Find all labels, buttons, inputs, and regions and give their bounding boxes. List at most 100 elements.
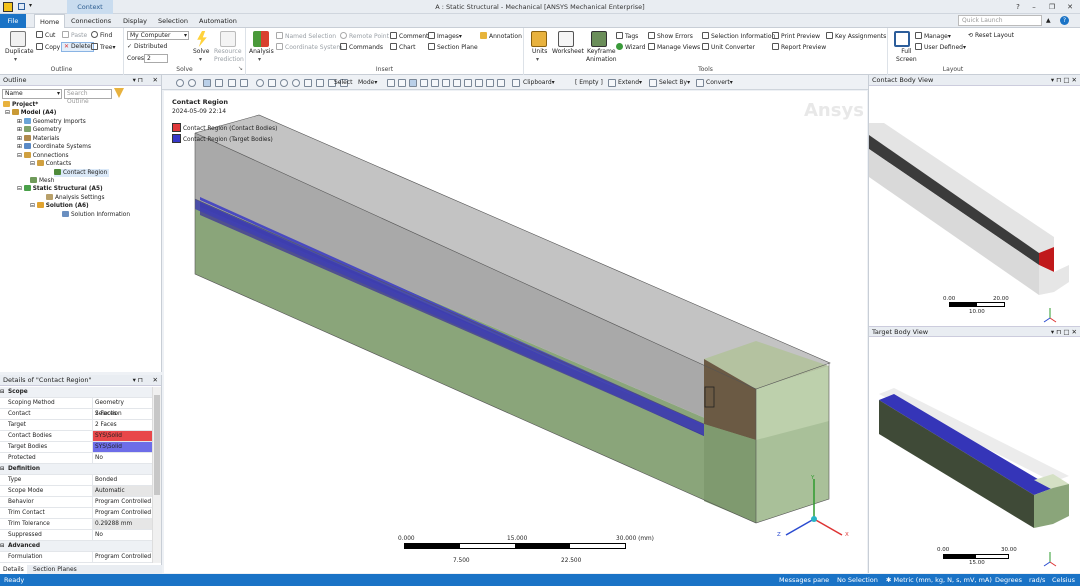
tab-details[interactable]: Details (0, 565, 27, 574)
select-element-icon[interactable] (442, 79, 450, 87)
zoom-to-fit-icon[interactable] (304, 79, 312, 87)
details-row[interactable]: Target Bodies SYS\Solid (0, 442, 152, 453)
tree-item-coordinate-systems[interactable]: ⊞ Coordinate Systems (17, 143, 91, 151)
zoom-icon[interactable] (176, 79, 184, 87)
expand-icon[interactable]: ⊞ (17, 144, 24, 150)
pan-icon[interactable] (268, 79, 276, 87)
tab-home[interactable]: Home (34, 14, 66, 29)
tab-section-planes[interactable]: Section Planes (30, 565, 80, 574)
model-3d-view[interactable] (164, 91, 867, 573)
chart-button[interactable]: Chart (390, 43, 416, 52)
rotate-icon[interactable] (256, 79, 264, 87)
details-pin-icon[interactable]: ▾ ⊓ (133, 375, 143, 386)
help-circle-icon[interactable]: ? (1060, 16, 1069, 25)
edges-icon[interactable] (228, 79, 236, 87)
details-value[interactable]: Program Controlled (92, 508, 152, 518)
reset-layout-button[interactable]: ⟲ Reset Layout (968, 32, 1014, 40)
extend-icon[interactable] (608, 79, 616, 87)
remote-point-button[interactable]: Remote Point (340, 32, 389, 41)
named-selection-button[interactable]: Named Selection (276, 32, 336, 41)
annotation-button[interactable]: Annotation (480, 32, 522, 41)
contact-view-window-icons[interactable]: ▾ ⊓ □ ✕ (1051, 75, 1077, 86)
select-vertex-icon[interactable] (387, 79, 395, 87)
tree-item-static-structural[interactable]: ⊟ Static Structural (A5) (17, 185, 103, 193)
convert-icon[interactable] (696, 79, 704, 87)
target-view-window-icons[interactable]: ▾ ⊓ □ ✕ (1051, 327, 1077, 338)
collapse-icon[interactable]: ⊟ (17, 186, 24, 192)
wizard-button[interactable]: Wizard (616, 43, 645, 52)
details-value[interactable]: No (92, 453, 152, 463)
unit-system-button[interactable]: ✱ Metric (mm, kg, N, s, mV, mA) (886, 574, 992, 586)
details-scrollbar[interactable] (152, 387, 161, 563)
duplicate-dropdown-icon[interactable]: ▾ (14, 56, 17, 64)
graphics-viewport[interactable]: Contact Region 2024-05-09 22:14 Ansys Co… (164, 91, 867, 573)
tree-item-geometry-imports[interactable]: ⊞ Geometry Imports (17, 118, 86, 126)
select-all-icon[interactable] (475, 79, 483, 87)
collapse-icon[interactable]: ⊟ (0, 387, 4, 398)
show-errors-button[interactable]: Show Errors (648, 32, 693, 41)
messages-pane-button[interactable]: Messages pane (779, 574, 829, 586)
print-preview-button[interactable]: Print Preview (772, 32, 820, 41)
details-row[interactable]: Target 2 Faces (0, 420, 152, 431)
select-mode-button[interactable]: Mode▾ (358, 78, 377, 87)
help-icon[interactable]: ? (1012, 2, 1024, 12)
details-value[interactable]: 2 Faces (92, 409, 152, 419)
cores-input[interactable]: 2 (144, 54, 168, 63)
collapse-icon[interactable]: ⊟ (5, 110, 12, 116)
details-value[interactable]: Bonded (92, 475, 152, 485)
select-element-face-icon[interactable] (453, 79, 461, 87)
tree-item-model[interactable]: ⊟ Model (A4) (5, 109, 56, 117)
select-body-icon[interactable] (420, 79, 428, 87)
details-value[interactable]: No (92, 530, 152, 540)
details-row[interactable]: Scoping Method Geometry Selection (0, 398, 152, 417)
details-scroll-thumb[interactable] (154, 395, 160, 495)
context-tab[interactable]: Context (67, 0, 113, 14)
cut-button[interactable]: Cut (36, 31, 55, 40)
full-screen-button[interactable]: Full Screen (896, 48, 917, 64)
quick-launch-input[interactable]: Quick Launch (958, 15, 1042, 26)
collapse-ribbon-icon[interactable]: ▲ (1046, 17, 1051, 24)
selection-information-button[interactable]: Selection Information (702, 32, 775, 41)
analysis-dropdown-icon[interactable]: ▾ (258, 56, 261, 64)
extend-button[interactable]: Extend▾ (618, 78, 642, 87)
details-close-icon[interactable]: ✕ (153, 375, 158, 386)
machine-select[interactable]: My Computer ▾ (127, 31, 189, 40)
tree-item-geometry[interactable]: ⊞ Geometry (17, 126, 62, 134)
search-filter-icon[interactable] (114, 88, 124, 98)
expand-icon[interactable]: ⊞ (17, 119, 24, 125)
select-by-icon[interactable] (649, 79, 657, 87)
details-value[interactable]: SYS\Solid (92, 431, 152, 441)
magnifier-icon[interactable] (316, 79, 324, 87)
details-row[interactable]: Contact 2 Faces (0, 409, 152, 420)
display-style-icon[interactable] (240, 79, 248, 87)
zoom-in-icon[interactable] (280, 79, 288, 87)
paste-button[interactable]: Paste (62, 31, 87, 40)
tree-item-solution[interactable]: ⊟ Solution (A6) (30, 202, 89, 210)
comment-button[interactable]: Comment (390, 32, 428, 41)
key-assignments-button[interactable]: Key Assignments (826, 32, 886, 41)
tree-button[interactable]: Tree▾ (91, 43, 116, 52)
worksheet-button[interactable]: Worksheet (552, 48, 584, 56)
expand-icon[interactable]: ⊞ (17, 136, 24, 142)
select-face-icon[interactable] (409, 79, 417, 87)
tree-item-connections[interactable]: ⊟ Connections (17, 152, 69, 160)
collapse-icon[interactable]: ⊟ (17, 153, 24, 159)
tree-item-contact-region[interactable]: Contact Region (54, 169, 110, 177)
distributed-checkbox[interactable]: ✓ Distributed (127, 43, 167, 51)
delete-button[interactable]: ✕ Delete (61, 42, 94, 52)
details-row[interactable]: Contact Bodies SYS\Solid (0, 431, 152, 442)
select-hide-icon[interactable] (497, 79, 505, 87)
details-value[interactable]: Program Controlled (92, 497, 152, 507)
name-filter-select[interactable]: Name ▾ (2, 89, 62, 99)
details-value[interactable]: Program Controlled (92, 552, 152, 562)
select-invert-icon[interactable] (486, 79, 494, 87)
target-body-view[interactable] (869, 338, 1080, 573)
details-row[interactable]: Scope Mode Automatic (0, 486, 152, 497)
copy-button[interactable]: Copy (36, 43, 60, 52)
contact-body-view[interactable] (869, 87, 1080, 327)
details-row[interactable]: Formulation Program Controlled (0, 552, 152, 563)
collapse-icon[interactable]: ⊟ (0, 541, 4, 552)
report-preview-button[interactable]: Report Preview (772, 43, 826, 52)
details-row[interactable]: Protected No (0, 453, 152, 464)
convert-button[interactable]: Convert▾ (706, 78, 733, 87)
